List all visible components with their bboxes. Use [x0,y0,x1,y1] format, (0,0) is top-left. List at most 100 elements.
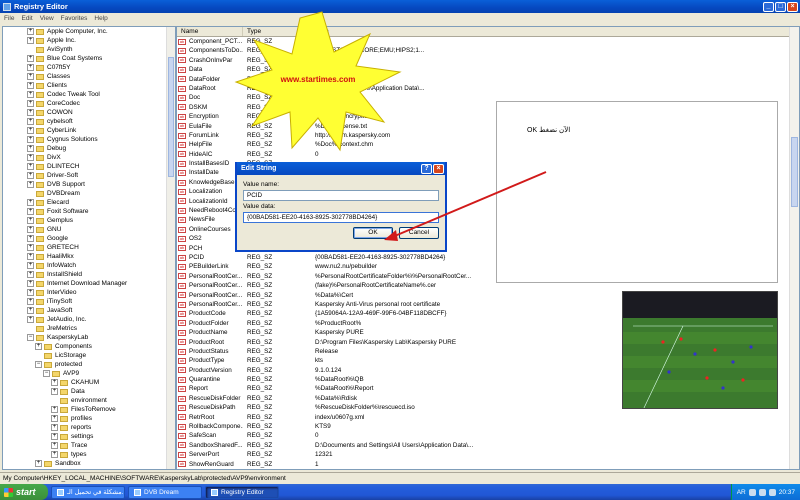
expand-icon[interactable]: + [27,172,34,179]
tree-node[interactable]: + Internet Download Manager [3,279,175,288]
expand-icon[interactable]: + [51,379,58,386]
expand-icon[interactable]: + [27,136,34,143]
list-scrollbar[interactable] [789,27,799,469]
expand-icon[interactable]: + [35,343,42,350]
tree-node[interactable]: + CoreCodec [3,99,175,108]
tree-node[interactable]: + Foxit Software [3,207,175,216]
tree-node[interactable]: + Trace [3,441,175,450]
value-data-field[interactable]: {00BAD581-EE20-4163-8925-302778BD4264} [243,212,439,223]
tree-node[interactable]: + InstallShield [3,270,175,279]
maximize-button[interactable]: □ [775,1,786,12]
title-bar[interactable]: Registry Editor _ □ × [0,0,800,13]
expand-icon[interactable]: + [27,127,34,134]
tree-node[interactable]: + reports [3,423,175,432]
taskbar-button[interactable]: مشكلة في تحميل الـ... [51,485,125,499]
column-header-type[interactable]: Type [243,27,311,36]
tree-node[interactable]: + Apple Computer, Inc. [3,27,175,36]
language-indicator[interactable]: AR [737,489,746,496]
expand-icon[interactable]: + [27,82,34,89]
tray-icon-network[interactable] [748,488,756,496]
expand-icon[interactable]: + [51,451,58,458]
expand-icon[interactable]: + [27,118,34,125]
tree-scrollbar[interactable] [166,27,175,469]
expand-icon[interactable]: + [27,55,34,62]
registry-value-row[interactable]: ab Component_PCT... REG_SZ 1 [177,37,799,46]
registry-value-row[interactable]: ab SandboxSharedF... REG_SZ D:\Documents an… [177,441,799,450]
tree-node[interactable]: + HaaliMkx [3,252,175,261]
cancel-button[interactable]: Cancel [399,227,439,239]
tree-node[interactable]: + Clients [3,81,175,90]
expand-icon[interactable]: + [27,280,34,287]
tree-node[interactable]: + DLINTECH [3,162,175,171]
tree-node[interactable]: + C07ft5Y [3,63,175,72]
menu-help[interactable]: Help [94,15,107,22]
registry-key-tree[interactable]: + Apple Computer, Inc. + Apple Inc. AviSynth… [2,26,176,470]
tree-node[interactable]: + GRETECH [3,243,175,252]
tree-node[interactable]: + types [3,450,175,459]
tree-node[interactable]: + settings [3,432,175,441]
expand-icon[interactable]: + [27,244,34,251]
registry-value-row[interactable]: ab DataRoot REG_SZ ...Settings\All Users\Ap… [177,84,799,93]
tree-node[interactable]: + Classes [3,72,175,81]
tree-node[interactable]: + CyberLink [3,126,175,135]
expand-icon[interactable]: + [27,100,34,107]
registry-value-row[interactable]: ab Data REG_SZ [177,65,799,74]
expand-icon[interactable]: + [51,424,58,431]
registry-value-row[interactable]: ab CrashOnInvPar REG_SZ [177,56,799,65]
tree-node[interactable]: AviSynth [3,45,175,54]
value-name-field[interactable]: PCID [243,190,439,201]
expand-icon[interactable]: + [27,37,34,44]
registry-value-row[interactable]: ab ShowRenGuard REG_SZ 1 [177,460,799,469]
expand-icon[interactable]: + [27,154,34,161]
dialog-help-button[interactable]: ? [421,163,432,174]
expand-icon[interactable]: + [27,307,34,314]
tree-node[interactable]: + profiles [3,414,175,423]
tree-node[interactable]: environment [3,396,175,405]
tree-node[interactable]: + FilesToRemove [3,405,175,414]
tree-node[interactable]: + Debug [3,144,175,153]
taskbar-button[interactable]: Registry Editor [205,485,279,499]
expand-icon[interactable]: + [27,208,34,215]
expand-icon[interactable]: + [27,235,34,242]
registry-value-row[interactable]: ab SafeScan REG_SZ 0 [177,431,799,440]
tree-node[interactable]: + Components [3,342,175,351]
tree-node[interactable]: − KasperskyLab [3,333,175,342]
tree-node[interactable]: + Elecard [3,198,175,207]
tree-node[interactable]: + GNU [3,225,175,234]
expand-icon[interactable]: + [27,253,34,260]
expand-icon[interactable]: + [27,316,34,323]
close-button[interactable]: × [787,1,798,12]
expand-icon[interactable]: + [35,460,42,467]
collapse-icon[interactable]: − [43,370,50,377]
tree-node[interactable]: + iTinySoft [3,297,175,306]
tree-node[interactable]: LicStorage [3,351,175,360]
expand-icon[interactable]: + [27,163,34,170]
registry-value-row[interactable]: ab DataFolder REG_SZ [177,75,799,84]
tree-node[interactable]: − protected [3,360,175,369]
tree-node[interactable]: + Blue Coat Systems [3,54,175,63]
tree-node[interactable]: + Driver-Soft [3,171,175,180]
tree-node[interactable]: + InfoWatch [3,261,175,270]
tree-node[interactable]: + JavaSoft [3,306,175,315]
tray-icon-volume[interactable] [758,488,766,496]
tree-node[interactable]: JreMetrics [3,324,175,333]
column-header-data[interactable]: Data [311,27,799,36]
expand-icon[interactable]: + [27,73,34,80]
expand-icon[interactable]: + [27,262,34,269]
dialog-close-button[interactable]: × [433,163,444,174]
expand-icon[interactable]: + [27,109,34,116]
registry-value-row[interactable]: ab RollbackCompone... REG_SZ KTS9 [177,422,799,431]
list-scroll-thumb[interactable] [791,137,798,207]
expand-icon[interactable]: + [27,64,34,71]
collapse-icon[interactable]: − [35,361,42,368]
collapse-icon[interactable]: − [27,334,34,341]
menu-view[interactable]: View [40,15,54,22]
expand-icon[interactable]: + [27,181,34,188]
menu-edit[interactable]: Edit [21,15,32,22]
menu-file[interactable]: File [4,15,14,22]
start-button[interactable]: start [0,484,48,500]
tree-node[interactable]: + JetAudio, Inc. [3,315,175,324]
tree-node[interactable]: DVBDream [3,189,175,198]
tree-node[interactable]: SetupFolders [3,468,175,469]
registry-value-row[interactable]: ab ComponentsToDo... REG_SZ AV;BLST2;BSS;CO… [177,46,799,55]
